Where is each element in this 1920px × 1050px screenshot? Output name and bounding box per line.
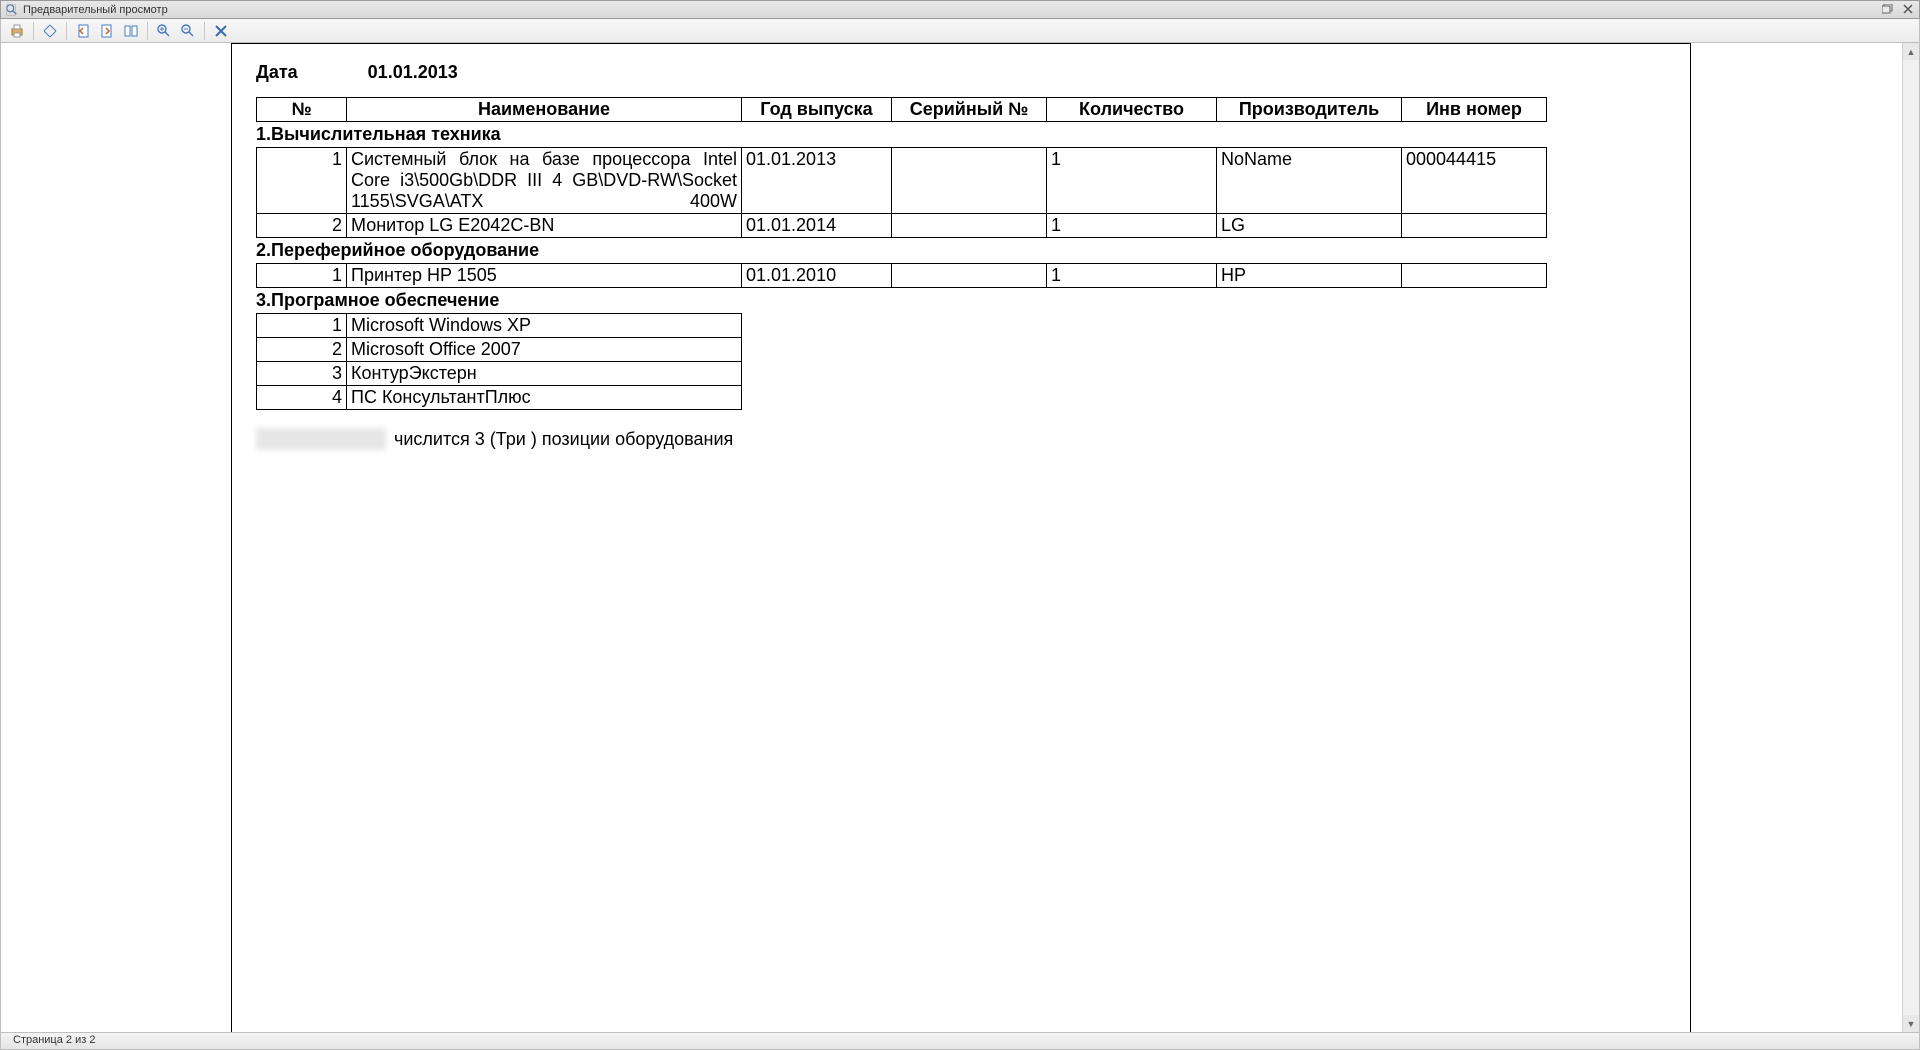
cell-inv: 000044415 [1402,148,1547,214]
section-title-2: 2.Переферийное оборудование [256,238,1666,263]
separator [33,22,34,40]
cell-serial [892,214,1047,238]
cell-num: 1 [257,314,347,338]
cell-name: Microsoft Windows XP [347,314,742,338]
preview-icon [5,3,19,17]
fit-button[interactable] [40,21,60,41]
table-row: 3 КонтурЭкстерн [257,362,742,386]
col-year: Год выпуска [742,98,892,122]
separator [66,22,67,40]
restore-button[interactable] [1879,1,1897,17]
cell-name: Принтер HP 1505 [347,264,742,288]
cell-serial [892,264,1047,288]
cell-num: 4 [257,386,347,410]
table-row: 1 Microsoft Windows XP [257,314,742,338]
zoom-out-button[interactable] [178,21,198,41]
next-page-button[interactable] [97,21,117,41]
date-value: 01.01.2013 [368,62,458,83]
preview-viewport: Дата 01.01.2013 № Наименование Год выпус… [0,43,1920,1033]
cell-num: 1 [257,148,347,214]
section-title-1: 1.Вычислительная техника [256,122,1666,147]
cell-qty: 1 [1047,214,1217,238]
toolbar [0,19,1920,43]
cell-name: Microsoft Office 2007 [347,338,742,362]
summary-text: числится 3 (Три ) позиции оборудования [394,429,733,450]
separator [147,22,148,40]
col-qty: Количество [1047,98,1217,122]
document-page: Дата 01.01.2013 № Наименование Год выпус… [231,43,1691,1033]
col-serial: Серийный № [892,98,1047,122]
print-button[interactable] [7,21,27,41]
vertical-scrollbar[interactable]: ▲ ▼ [1902,43,1919,1032]
cell-name: Монитор LG E2042C-BN [347,214,742,238]
scroll-track[interactable] [1903,60,1919,1015]
cell-num: 2 [257,338,347,362]
multi-page-button[interactable] [121,21,141,41]
software-table: 1 Microsoft Windows XP 2 Microsoft Offic… [256,313,742,410]
scroll-up-icon[interactable]: ▲ [1903,43,1919,60]
cell-year: 01.01.2013 [742,148,892,214]
prev-page-button[interactable] [73,21,93,41]
cell-maker: LG [1217,214,1402,238]
zoom-in-button[interactable] [154,21,174,41]
separator [204,22,205,40]
close-window-button[interactable] [1899,1,1917,17]
cell-num: 2 [257,214,347,238]
section-2-table: 1 Принтер HP 1505 01.01.2010 1 HP [256,263,1547,288]
window-title: Предварительный просмотр [23,4,168,16]
table-header-row: № Наименование Год выпуска Серийный № Ко… [257,98,1547,122]
titlebar: Предварительный просмотр [0,0,1920,19]
scroll-down-icon[interactable]: ▼ [1903,1015,1919,1032]
col-inv: Инв номер [1402,98,1547,122]
cell-name: ПС КонсультантПлюс [347,386,742,410]
close-preview-button[interactable] [211,21,231,41]
table-row: 1 Системный блок на базе процессора Inte… [257,148,1547,214]
cell-qty: 1 [1047,148,1217,214]
cell-inv [1402,264,1547,288]
redacted-name [256,428,386,450]
cell-num: 1 [257,264,347,288]
section-1-table: 1 Системный блок на базе процессора Inte… [256,147,1547,238]
table-row: 4 ПС КонсультантПлюс [257,386,742,410]
col-num: № [257,98,347,122]
table-row: 1 Принтер HP 1505 01.01.2010 1 HP [257,264,1547,288]
cell-qty: 1 [1047,264,1217,288]
status-bar: Страница 2 из 2 [0,1033,1920,1050]
summary-line: числится 3 (Три ) позиции оборудования [256,428,1666,450]
table-row: 2 Монитор LG E2042C-BN 01.01.2014 1 LG [257,214,1547,238]
section-title-3: 3.Програмное обеспечение [256,288,1666,313]
cell-maker: HP [1217,264,1402,288]
table-row: 2 Microsoft Office 2007 [257,338,742,362]
cell-serial [892,148,1047,214]
cell-name: Системный блок на базе процессора Intel … [347,148,742,214]
cell-num: 3 [257,362,347,386]
cell-inv [1402,214,1547,238]
cell-year: 01.01.2010 [742,264,892,288]
col-maker: Производитель [1217,98,1402,122]
date-label: Дата [256,62,298,83]
cell-year: 01.01.2014 [742,214,892,238]
page-indicator: Страница 2 из 2 [13,1034,95,1046]
equipment-table: № Наименование Год выпуска Серийный № Ко… [256,97,1547,122]
date-row: Дата 01.01.2013 [256,44,1666,97]
col-name: Наименование [347,98,742,122]
cell-maker: NoName [1217,148,1402,214]
cell-name: КонтурЭкстерн [347,362,742,386]
